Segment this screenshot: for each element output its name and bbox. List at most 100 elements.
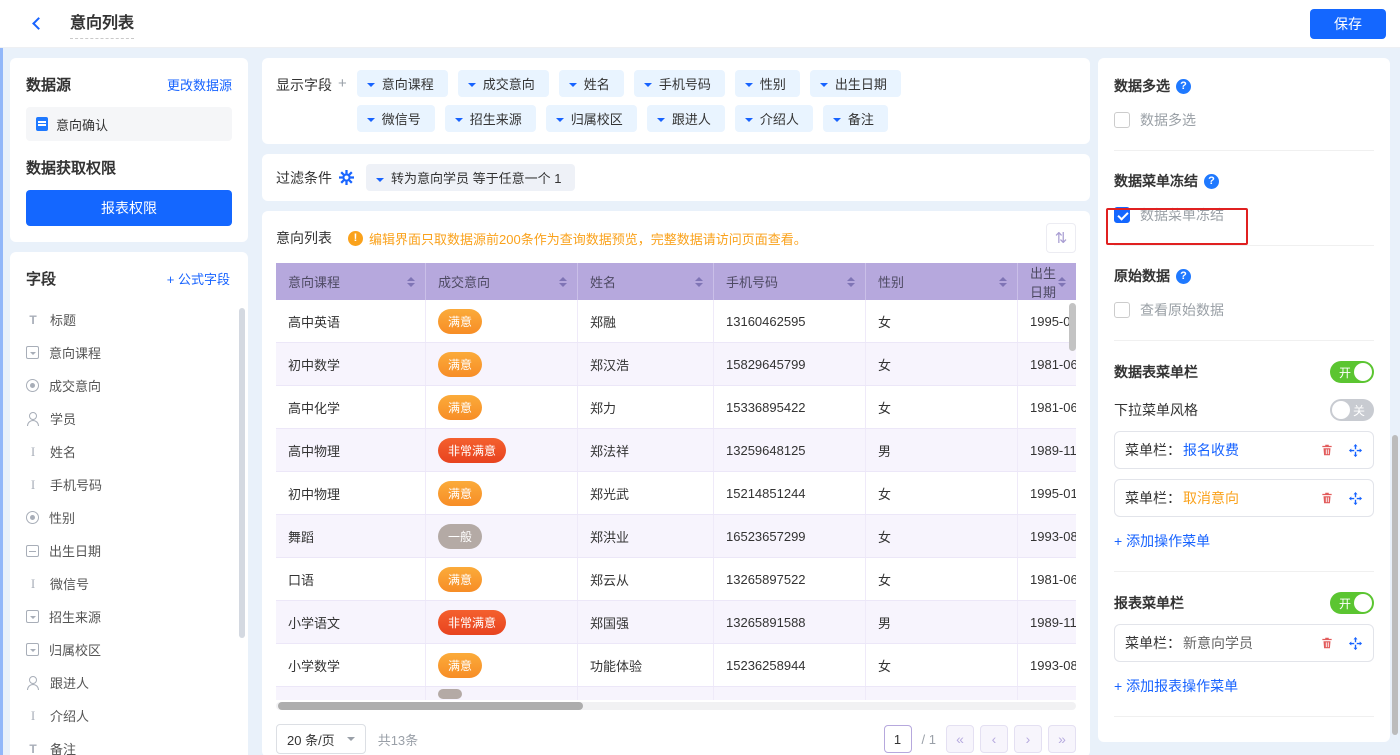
field-item[interactable]: 标题	[26, 303, 238, 336]
divider	[1114, 716, 1374, 717]
move-icon[interactable]	[1348, 443, 1363, 458]
field-item[interactable]: 介绍人	[26, 699, 238, 732]
datasource-card: 数据源 更改数据源 意向确认 数据获取权限 报表权限	[10, 58, 248, 242]
display-field-chip[interactable]: 招生来源	[445, 105, 536, 132]
trash-icon[interactable]	[1320, 491, 1334, 505]
birth-cell: 1989-11	[1018, 601, 1076, 643]
display-field-chip[interactable]: 跟进人	[647, 105, 725, 132]
field-item[interactable]: 手机号码	[26, 468, 238, 501]
field-item[interactable]: 微信号	[26, 567, 238, 600]
menu-freeze-checkbox[interactable]	[1114, 207, 1130, 223]
display-field-chip[interactable]: 归属校区	[546, 105, 637, 132]
display-field-chip[interactable]: 手机号码	[634, 70, 725, 97]
filter-card: 过滤条件 转为	[262, 154, 1090, 201]
warning-icon: !	[348, 231, 363, 246]
multi-select-checkbox[interactable]	[1114, 112, 1130, 128]
menu-freeze-title: 数据菜单冻结	[1114, 171, 1198, 191]
course-cell: 初中物理	[276, 472, 426, 514]
chevron-down-icon	[820, 83, 828, 91]
filter-condition-text: 转为意向学员 等于任意一个 1	[391, 168, 561, 187]
fields-scrollbar[interactable]	[239, 308, 245, 638]
gender-cell: 女	[866, 515, 1018, 557]
add-report-action-menu-link[interactable]: + 添加报表操作菜单	[1114, 676, 1374, 696]
add-formula-field-link[interactable]: + 公式字段	[167, 269, 230, 288]
column-header[interactable]: 成交意向	[426, 263, 578, 300]
field-item[interactable]: 跟进人	[26, 666, 238, 699]
menu-item: 菜单栏：取消意向	[1114, 479, 1374, 517]
save-button[interactable]: 保存	[1310, 9, 1386, 39]
datasource-item[interactable]: 意向确认	[26, 107, 232, 141]
question-icon[interactable]: ?	[1176, 79, 1191, 94]
column-header[interactable]: 出生日期	[1018, 263, 1076, 300]
display-field-chip[interactable]: 性别	[735, 70, 800, 97]
birth-cell	[1018, 687, 1076, 700]
move-icon[interactable]	[1348, 491, 1363, 506]
gear-icon[interactable]	[339, 170, 354, 185]
question-icon[interactable]: ?	[1176, 269, 1191, 284]
field-item[interactable]: 性别	[26, 501, 238, 534]
display-field-chip[interactable]: 备注	[823, 105, 888, 132]
display-field-chip[interactable]: 出生日期	[810, 70, 901, 97]
sort-order-button[interactable]: ⇅	[1046, 223, 1076, 253]
column-header[interactable]: 手机号码	[714, 263, 866, 300]
page-size-select[interactable]: 20 条/页	[276, 724, 366, 754]
field-item[interactable]: 备注	[26, 732, 238, 755]
chevron-down-icon	[376, 178, 384, 186]
dropdown-style-toggle[interactable]: 关	[1330, 399, 1374, 421]
raw-data-checkbox[interactable]	[1114, 302, 1130, 318]
intent-cell	[426, 687, 578, 700]
text-icon	[26, 478, 40, 492]
table-row: 初中物理满意郑光武15214851244女1995-01	[276, 472, 1076, 515]
column-header[interactable]: 姓名	[578, 263, 714, 300]
next-page-button[interactable]: ›	[1014, 725, 1042, 753]
intent-cell: 满意	[426, 386, 578, 428]
intent-badge: 满意	[438, 309, 482, 334]
field-item[interactable]: 出生日期	[26, 534, 238, 567]
name-cell: 郑云从	[578, 558, 714, 600]
filter-condition-chip[interactable]: 转为意向学员 等于任意一个 1	[366, 164, 575, 191]
table-horizontal-scrollbar[interactable]	[278, 702, 583, 710]
sort-icon	[559, 273, 567, 291]
back-button[interactable]	[28, 14, 48, 34]
field-item[interactable]: 意向课程	[26, 336, 238, 369]
birth-cell: 1993-08	[1018, 515, 1076, 557]
preview-table-card: 意向列表 ! 编辑界面只取数据源前200条作为查询数据预览，完整数据请访问页面查…	[262, 211, 1090, 755]
title-icon	[26, 313, 40, 327]
chevron-down-icon	[367, 83, 375, 91]
last-page-button[interactable]: »	[1048, 725, 1076, 753]
move-icon[interactable]	[1348, 636, 1363, 651]
change-datasource-link[interactable]: 更改数据源	[167, 75, 232, 94]
first-page-button[interactable]: «	[946, 725, 974, 753]
field-item[interactable]: 姓名	[26, 435, 238, 468]
radio-icon	[26, 511, 39, 524]
question-icon[interactable]: ?	[1204, 174, 1219, 189]
chevron-down-icon	[556, 118, 564, 126]
add-action-menu-link[interactable]: + 添加操作菜单	[1114, 531, 1374, 551]
report-permission-button[interactable]: 报表权限	[26, 190, 232, 226]
field-item[interactable]: 成交意向	[26, 369, 238, 402]
table-menu-toggle[interactable]: 开	[1330, 361, 1374, 383]
display-field-chip[interactable]: 意向课程	[357, 70, 448, 97]
column-header[interactable]: 意向课程	[276, 263, 426, 300]
trash-icon[interactable]	[1320, 636, 1334, 650]
field-item[interactable]: 归属校区	[26, 633, 238, 666]
gender-cell: 男	[866, 601, 1018, 643]
chip-label: 姓名	[584, 74, 610, 93]
field-item[interactable]: 招生来源	[26, 600, 238, 633]
column-label: 手机号码	[726, 272, 778, 291]
field-item[interactable]: 学员	[26, 402, 238, 435]
table-vertical-scrollbar[interactable]	[1069, 303, 1076, 351]
add-display-field-button[interactable]: +	[338, 75, 347, 132]
page-number-box[interactable]: 1	[884, 725, 912, 753]
report-menu-toggle[interactable]: 开	[1330, 592, 1374, 614]
display-field-chip[interactable]: 介绍人	[735, 105, 813, 132]
table-row: 高中物理非常满意郑法祥13259648125男1989-11	[276, 429, 1076, 472]
display-field-chip[interactable]: 成交意向	[458, 70, 549, 97]
table-body: 高中英语满意郑融13160462595女1995-01初中数学满意郑汉浩1582…	[276, 300, 1076, 700]
column-header[interactable]: 性别	[866, 263, 1018, 300]
trash-icon[interactable]	[1320, 443, 1334, 457]
settings-scrollbar[interactable]	[1392, 435, 1398, 735]
display-field-chip[interactable]: 姓名	[559, 70, 624, 97]
display-field-chip[interactable]: 微信号	[357, 105, 435, 132]
prev-page-button[interactable]: ‹	[980, 725, 1008, 753]
